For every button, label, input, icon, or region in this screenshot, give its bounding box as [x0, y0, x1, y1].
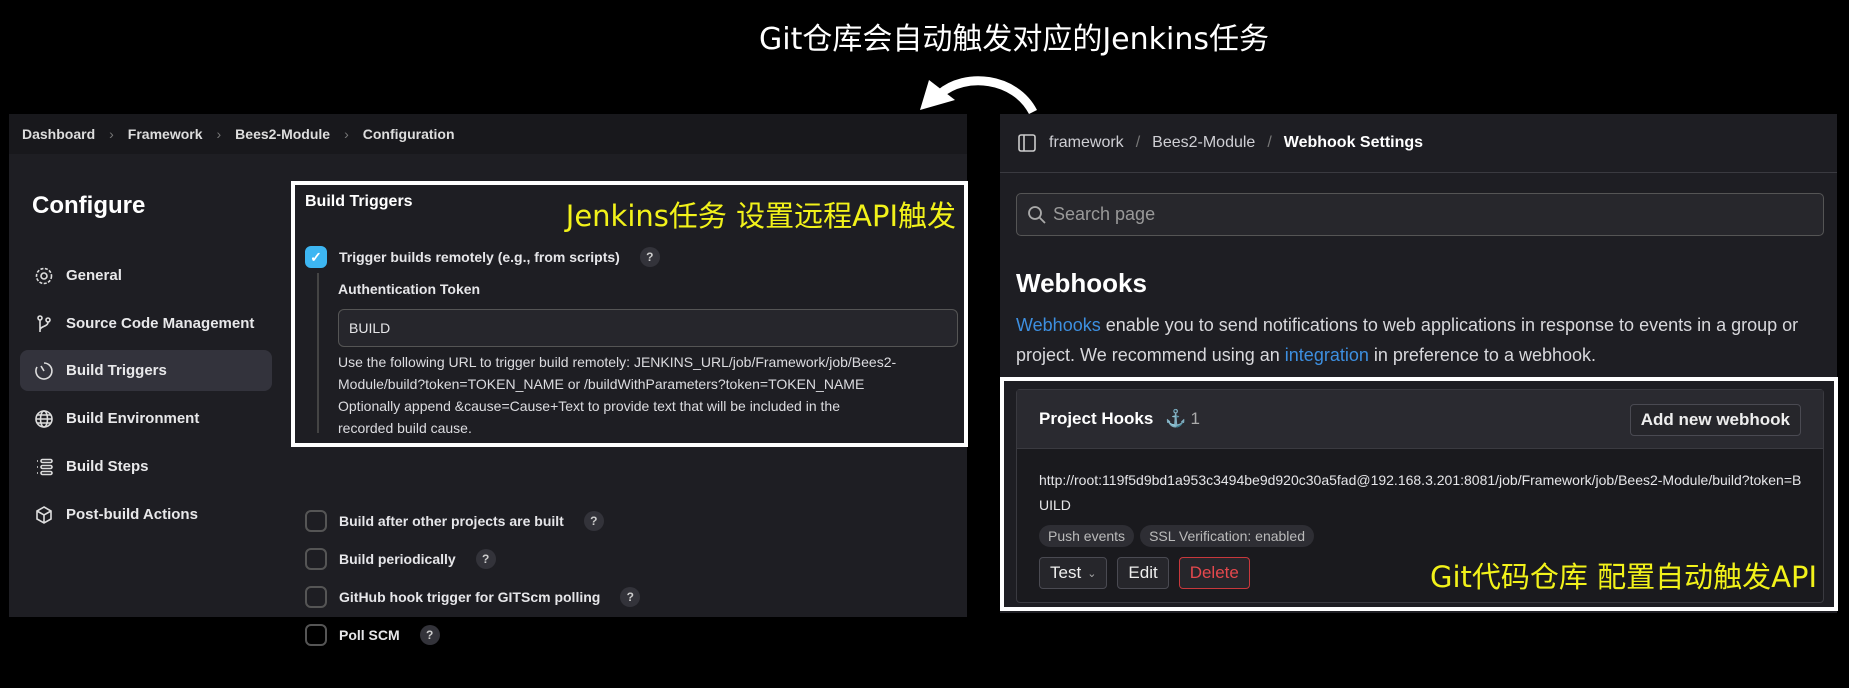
checkbox[interactable]	[305, 510, 327, 532]
breadcrumb-webhook-settings[interactable]: Webhook Settings	[1284, 134, 1423, 152]
trigger-build-periodically[interactable]: Build periodically?	[305, 548, 640, 570]
add-webhook-button[interactable]: Add new webhook	[1629, 404, 1801, 436]
sidebar-item-build-triggers[interactable]: Build Triggers	[20, 350, 272, 391]
badge-ssl: SSL Verification: enabled	[1140, 525, 1314, 547]
search-input[interactable]: Search page	[1016, 193, 1824, 236]
breadcrumb-configuration[interactable]: Configuration	[363, 126, 455, 142]
project-hooks-card: Project Hooks ⚓ 1 Add new webhook http:/…	[1016, 389, 1824, 603]
other-triggers: Build after other projects are built? Bu…	[305, 510, 641, 646]
page-title: Webhooks	[1016, 268, 1147, 298]
checkbox[interactable]	[305, 624, 327, 646]
sidebar-item-post-build[interactable]: Post-build Actions	[20, 494, 272, 535]
curved-arrow-icon	[920, 76, 1037, 115]
description: Webhooks enable you to send notification…	[1016, 315, 1799, 365]
card-title: Project Hooks	[1039, 409, 1154, 428]
badge-push-events: Push events	[1039, 525, 1135, 547]
search-icon	[1028, 205, 1046, 224]
divider	[317, 273, 319, 433]
trigger-build-after[interactable]: Build after other projects are built?	[305, 510, 640, 532]
breadcrumb-dashboard[interactable]: Dashboard	[22, 126, 95, 142]
clock-icon	[35, 361, 53, 380]
hook-actions: Test ⌄ Edit Delete	[1039, 557, 1250, 589]
breadcrumb-module[interactable]: Bees2-Module	[235, 126, 330, 142]
globe-icon	[35, 409, 53, 428]
hook-url: http://root:119f5d9bd1a953c3494be9d920c3…	[1039, 472, 1802, 513]
build-triggers-highlight: Build Triggers Jenkins任务 设置远程API触发 ✓ Trig…	[291, 181, 968, 447]
page-title: Configure	[32, 192, 146, 219]
annotation: Git代码仓库 配置自动触发API	[1430, 560, 1817, 594]
gear-icon	[35, 267, 53, 284]
caption: Git仓库会自动触发对应的Jenkins任务	[758, 22, 1269, 57]
help-text: Use the following URL to trigger build r…	[338, 354, 897, 436]
chevron-down-icon: ⌄	[1087, 567, 1097, 580]
checkbox[interactable]	[305, 548, 327, 570]
trigger-remote[interactable]: ✓ Trigger builds remotely (e.g., from scr…	[305, 246, 660, 268]
checkbox-checked[interactable]: ✓	[305, 246, 327, 268]
annotation: Jenkins任务 设置远程API触发	[565, 199, 956, 233]
breadcrumb: framework / Bees2-Module / Webhook Setting…	[1000, 114, 1837, 173]
integration-link[interactable]: integration	[1285, 345, 1369, 365]
help-icon[interactable]: ?	[639, 247, 660, 267]
card-header: Project Hooks ⚓ 1 Add new webhook	[1017, 390, 1823, 449]
sidebar-item-build-steps[interactable]: Build Steps	[20, 446, 272, 487]
breadcrumb-framework[interactable]: framework	[1049, 134, 1124, 152]
section-title: Build Triggers	[305, 193, 413, 210]
anchor-icon: ⚓	[1165, 409, 1187, 428]
branch-icon	[37, 314, 51, 332]
trigger-poll-scm[interactable]: Poll SCM?	[305, 624, 640, 646]
sidebar-item-build-environment[interactable]: Build Environment	[20, 398, 272, 439]
breadcrumb-module[interactable]: Bees2-Module	[1152, 134, 1255, 152]
token-input[interactable]: BUILD	[338, 309, 958, 347]
sidebar-toggle-icon[interactable]	[1017, 133, 1037, 153]
help-icon[interactable]: ?	[620, 587, 641, 607]
project-hooks-highlight: Project Hooks ⚓ 1 Add new webhook http:/…	[1000, 377, 1838, 611]
breadcrumb: Dashboard › Framework › Bees2-Module › Conf…	[9, 114, 967, 154]
sidebar-item-scm[interactable]: Source Code Management	[20, 303, 272, 344]
hook-badges: Push events SSL Verification: enabled	[1039, 525, 1320, 547]
test-dropdown[interactable]: Test ⌄	[1039, 557, 1108, 589]
package-icon	[36, 505, 52, 524]
list-icon	[37, 458, 53, 475]
sidebar-item-general[interactable]: General	[20, 255, 272, 296]
webhooks-link[interactable]: Webhooks	[1016, 315, 1101, 335]
help-icon[interactable]: ?	[419, 625, 440, 645]
edit-button[interactable]: Edit	[1117, 557, 1169, 589]
help-icon[interactable]: ?	[583, 511, 604, 531]
delete-button[interactable]: Delete	[1178, 557, 1250, 589]
help-icon[interactable]: ?	[475, 549, 496, 569]
breadcrumb-framework[interactable]: Framework	[128, 126, 203, 142]
token-label: Authentication Token	[338, 281, 481, 297]
trigger-github-hook[interactable]: GitHub hook trigger for GITScm polling?	[305, 586, 641, 608]
hooks-count: 1	[1190, 409, 1200, 428]
checkbox[interactable]	[305, 586, 327, 608]
